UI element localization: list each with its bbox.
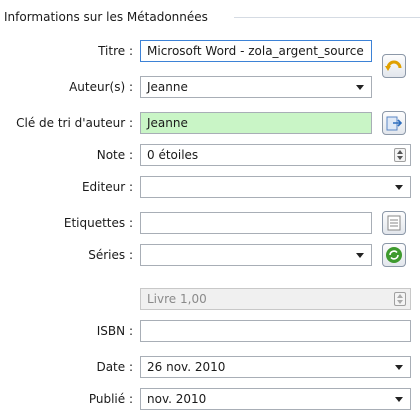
date-editor[interactable]: 26 nov. 2010 xyxy=(140,356,411,378)
chevron-down-icon xyxy=(356,253,364,258)
published-value: nov. 2010 xyxy=(147,392,207,406)
isbn-label: ISBN : xyxy=(96,324,133,338)
swap-title-author-button[interactable] xyxy=(382,54,406,78)
chevron-down-icon xyxy=(395,365,403,370)
publisher-combobox[interactable] xyxy=(140,176,411,198)
generate-author-sort-button[interactable] xyxy=(382,111,406,135)
title-label: Titre : xyxy=(98,44,133,58)
generate-author-sort-icon xyxy=(386,116,403,131)
authors-combobox[interactable]: Jeanne xyxy=(140,76,372,98)
swap-title-author-icon xyxy=(385,60,402,71)
date-value: 26 nov. 2010 xyxy=(147,360,226,374)
group-divider xyxy=(234,17,420,18)
rating-label: Note : xyxy=(96,148,133,162)
chevron-down-icon xyxy=(395,185,403,190)
tag-editor-button[interactable] xyxy=(382,211,406,235)
published-editor[interactable]: nov. 2010 xyxy=(140,388,411,410)
rating-spinbox[interactable]: 0 étoiles xyxy=(140,144,411,166)
author-sort-label: Clé de tri d'auteur : xyxy=(16,116,133,130)
remove-unused-series-icon xyxy=(386,247,402,263)
series-index-spinbox: Livre 1,00 xyxy=(140,288,411,310)
remove-unused-series-button[interactable] xyxy=(382,243,406,267)
date-label: Date : xyxy=(96,360,133,374)
series-combobox[interactable] xyxy=(140,244,372,266)
rating-value: 0 étoiles xyxy=(147,148,199,162)
series-label: Séries : xyxy=(88,248,133,262)
authors-label: Auteur(s) : xyxy=(69,80,133,94)
authors-value: Jeanne xyxy=(147,80,188,94)
title-input[interactable]: Microsoft Word - zola_argent_source xyxy=(140,40,372,62)
tags-input[interactable] xyxy=(140,212,372,234)
spin-arrows-icon[interactable] xyxy=(394,148,406,162)
isbn-input[interactable] xyxy=(140,320,411,342)
chevron-down-icon xyxy=(356,85,364,90)
chevron-down-icon xyxy=(395,397,403,402)
tags-label: Etiquettes : xyxy=(63,216,133,230)
series-index-value: Livre 1,00 xyxy=(147,292,207,306)
author-sort-input[interactable]: Jeanne xyxy=(140,112,372,134)
published-label: Publié : xyxy=(88,392,133,406)
spin-arrows-icon xyxy=(394,292,406,306)
tag-editor-icon xyxy=(387,215,401,231)
publisher-label: Editeur : xyxy=(81,180,133,194)
group-title: Informations sur les Métadonnées xyxy=(4,10,208,24)
